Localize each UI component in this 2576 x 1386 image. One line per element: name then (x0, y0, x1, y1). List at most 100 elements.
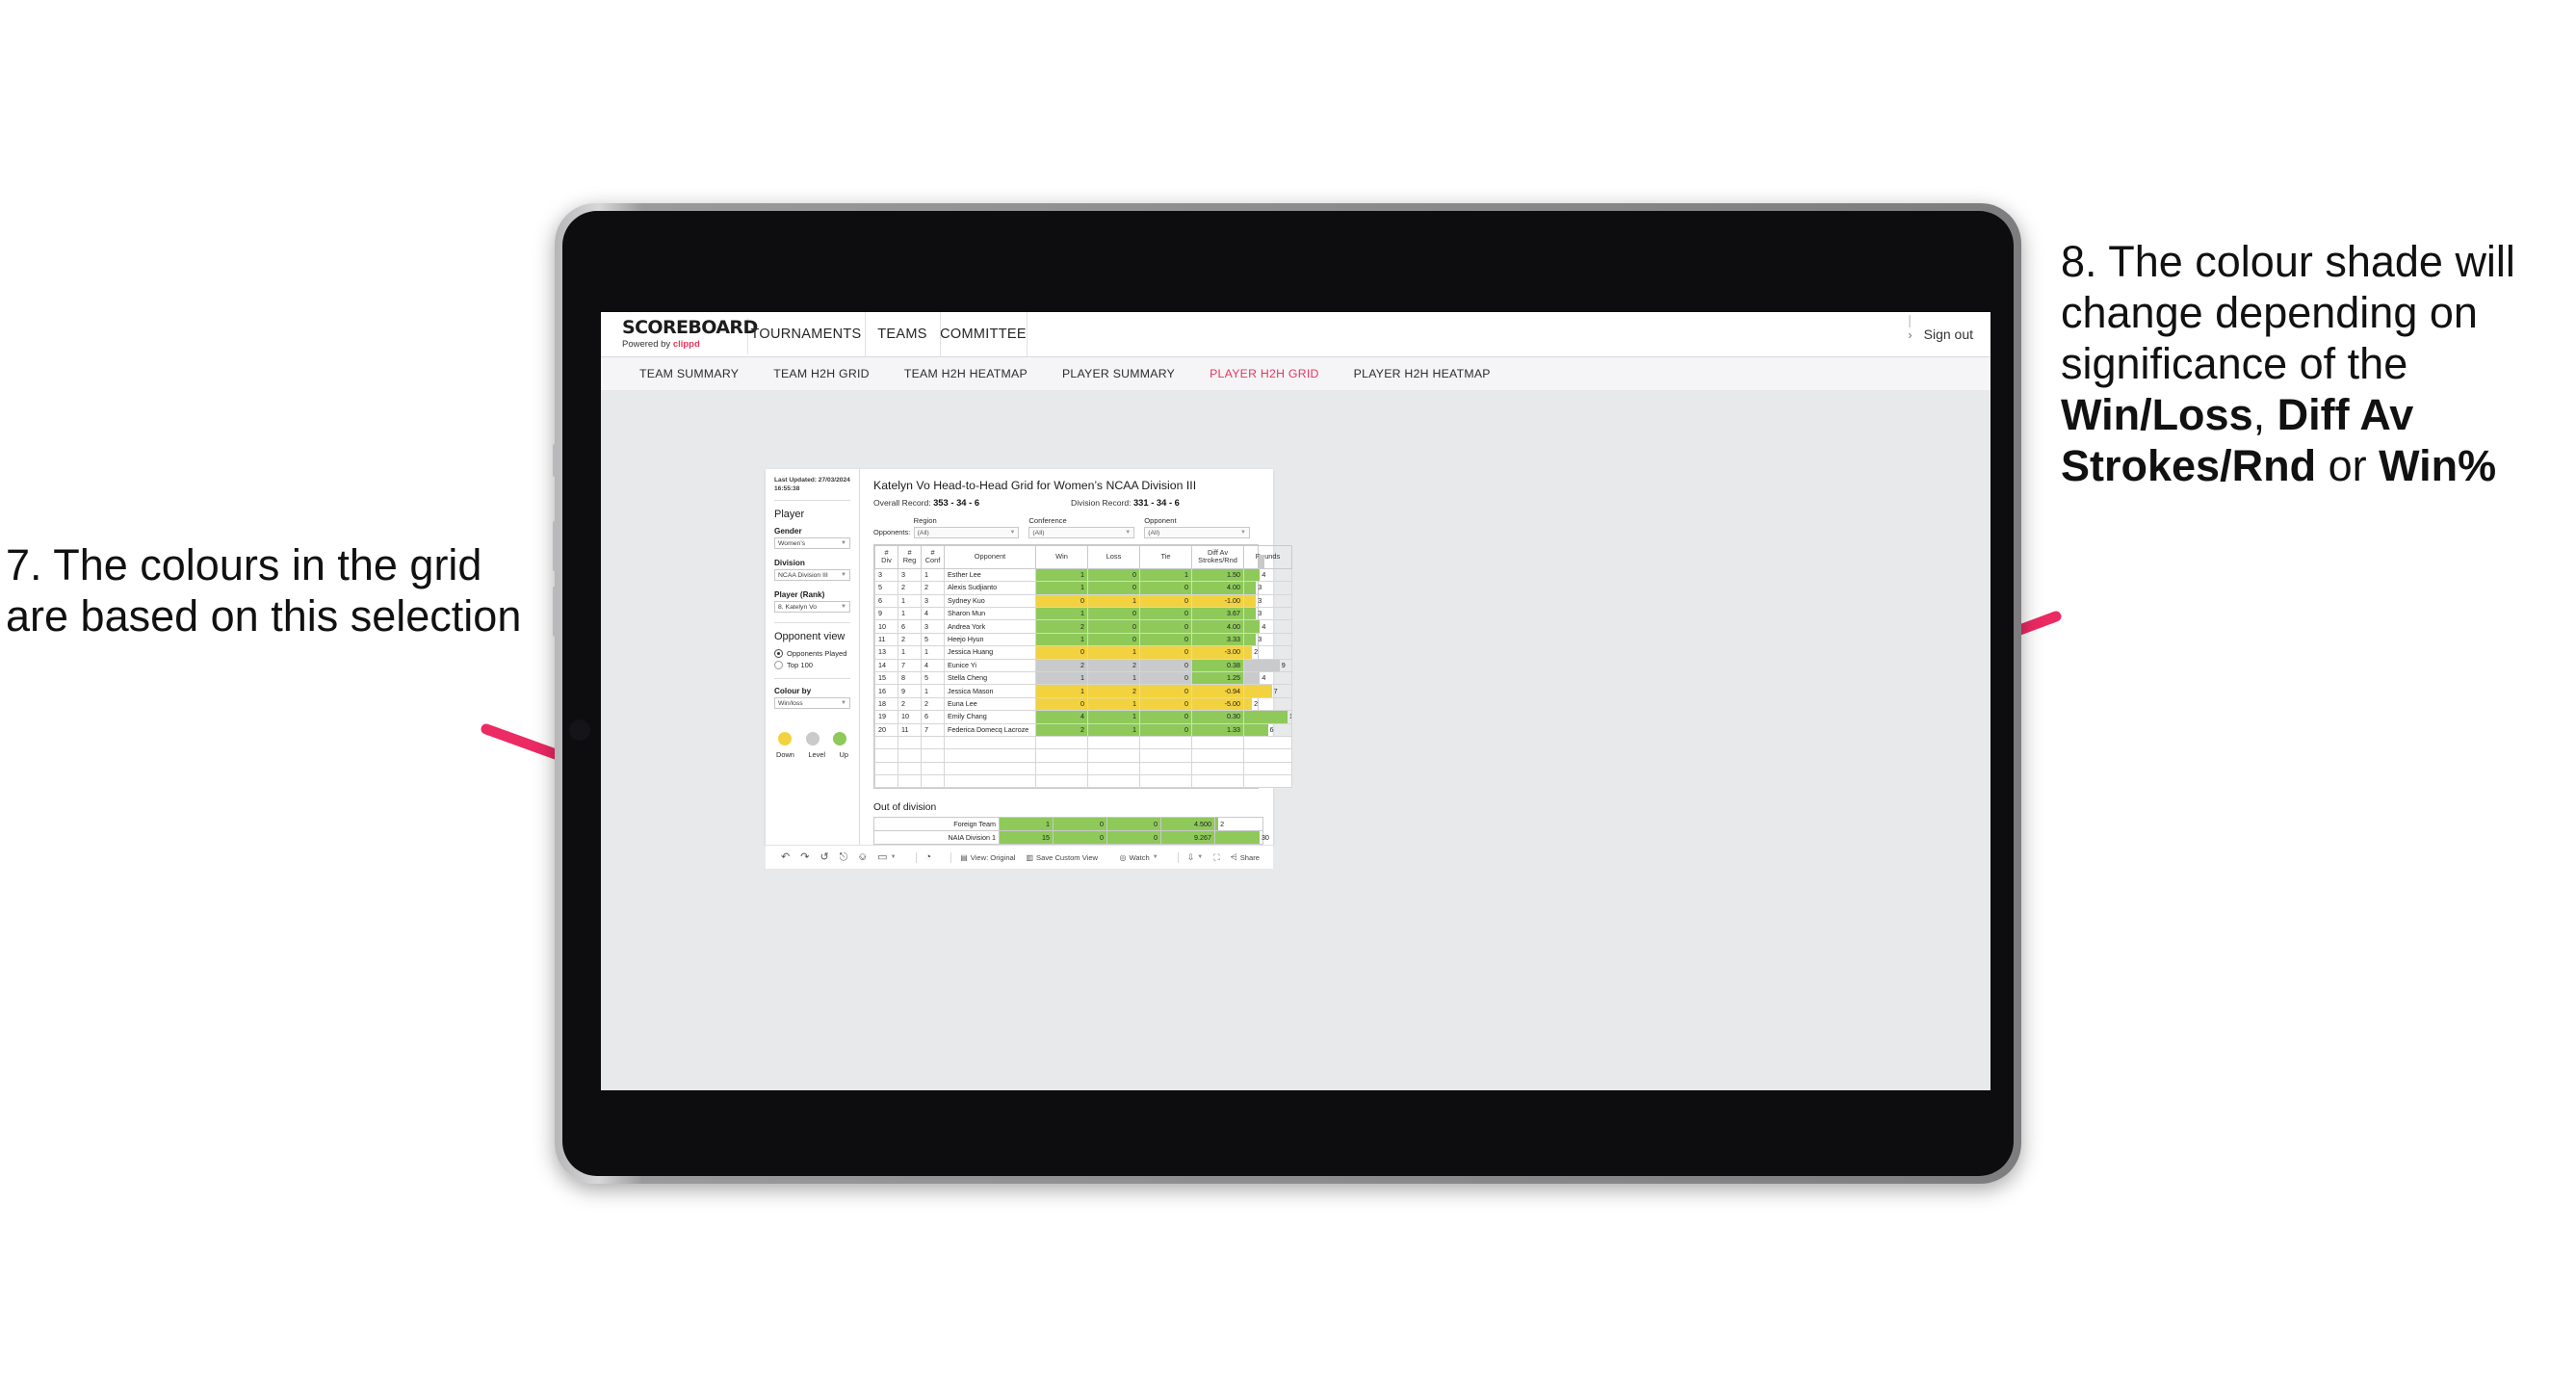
cell-tie: 0 (1139, 670, 1192, 686)
cell-diff: 4.00 (1191, 581, 1244, 595)
table-row[interactable]: 20 11 7 Federica Domecq Lacroze 2 1 0 1.33 6 (874, 722, 1292, 737)
share-button[interactable]: ⩤ Share (1231, 852, 1260, 863)
history-button[interactable]: ◔ (924, 850, 932, 863)
chevron-down-icon: ▼ (1197, 854, 1204, 860)
vertical-scrollbar[interactable] (1259, 555, 1264, 568)
cell-tie: 0 (1139, 593, 1192, 608)
nav-committee[interactable]: COMMITTEE (940, 312, 1028, 359)
rounds-bar (1244, 698, 1253, 710)
cell-diff: -5.00 (1191, 696, 1244, 712)
cell-loss: 0 (1087, 606, 1140, 621)
ood-cell-tie: 0 (1106, 830, 1161, 846)
last-updated-label: Last Updated: 27/03/2024 16:55:38 (774, 477, 850, 492)
divider (774, 622, 850, 624)
cell-empty (921, 735, 945, 750)
cell-empty (874, 774, 898, 789)
division-select[interactable]: NCAA Division III ▼ (774, 569, 850, 582)
download-button[interactable]: ⇩ ▼ (1187, 852, 1204, 863)
cell-reg: 11 (898, 722, 922, 737)
radio-opponents-played[interactable]: Opponents Played (774, 649, 850, 659)
table-row[interactable]: 3 3 1 Esther Lee 1 0 1 1.50 4 (874, 567, 1292, 583)
save-custom-view-button[interactable]: ▥ Save Custom View (1026, 852, 1098, 863)
region-value: (All) (917, 529, 929, 536)
refresh-button[interactable]: ⎋ (840, 851, 848, 863)
rounds-bar (1244, 724, 1268, 736)
ood-row[interactable]: Foreign Team 1 0 0 4.500 2 (873, 817, 1263, 832)
watch-button[interactable]: ◎ Watch ▼ (1120, 852, 1158, 863)
history-icon: ◔ (924, 850, 932, 863)
rounds-bar (1215, 831, 1260, 845)
legend-swatch-level (805, 732, 820, 746)
table-row[interactable]: 14 7 4 Eunice Yi 2 2 0 0.38 9 (874, 658, 1292, 672)
tab-team-h2h-grid[interactable]: TEAM H2H GRID (756, 367, 887, 380)
table-row[interactable]: 9 1 4 Sharon Mun 1 0 0 3.67 3 (874, 606, 1292, 621)
cell-div: 20 (874, 722, 898, 737)
rounds-bar (1244, 634, 1257, 645)
redo-button[interactable]: ↷ (800, 851, 809, 863)
conference-label: Conference (1028, 516, 1067, 525)
tab-player-summary[interactable]: PLAYER SUMMARY (1045, 367, 1192, 380)
radio-top-100[interactable]: Top 100 (774, 661, 850, 670)
conference-filter: Conference (All) ▼ (1028, 516, 1135, 538)
ood-row[interactable]: NAIA Division 1 15 0 0 9.267 30 (873, 830, 1269, 846)
table-row[interactable]: 18 2 2 Euna Lee 0 1 0 -5.00 2 (874, 696, 1292, 712)
tab-player-h2h-grid[interactable]: PLAYER H2H GRID (1192, 367, 1337, 380)
cell-loss: 2 (1087, 684, 1140, 698)
header-row: # Div # Reg # Conf Opponent Win Loss Tie Di… (874, 545, 1292, 569)
cell-rounds: 4 (1243, 670, 1292, 686)
pause-icon: ⎉ (858, 850, 868, 863)
cell-opponent: Andrea York (944, 619, 1036, 634)
rounds-bar (1244, 672, 1261, 684)
legend-swatch-up (833, 732, 846, 746)
nav-tournaments[interactable]: TOURNAMENTS (747, 312, 866, 356)
pause-button[interactable]: ⎉ (858, 850, 868, 863)
divider (774, 678, 850, 680)
region-select[interactable]: (All) ▼ (913, 527, 1020, 538)
division-value: NCAA Division III (778, 571, 828, 579)
table-row[interactable]: 10 6 3 Andrea York 2 0 0 4.00 4 (874, 619, 1292, 634)
colour-by-select[interactable]: Win/loss ▼ (774, 697, 850, 710)
ood-cell-rounds: 2 (1214, 817, 1263, 832)
tab-player-h2h-heatmap[interactable]: PLAYER H2H HEATMAP (1337, 367, 1508, 380)
cell-win: 1 (1035, 684, 1088, 698)
cell-empty (874, 735, 898, 750)
cell-empty (898, 748, 922, 763)
table-row[interactable]: 13 1 1 Jessica Huang 0 1 0 -3.00 2 (874, 645, 1292, 660)
view-icon: ▤ (960, 852, 968, 862)
gender-value: Women’s (778, 539, 806, 547)
tab-team-summary[interactable]: TEAM SUMMARY (622, 367, 756, 380)
revert-button[interactable]: ↺ (820, 851, 828, 863)
cell-empty (1087, 735, 1140, 750)
device-layout-button[interactable]: ▭ ▼ (877, 851, 896, 863)
table-body: 3 3 1 Esther Lee 1 0 1 1.50 4 5 2 2 Alexis Sudjianto… (874, 567, 1292, 789)
cell-reg: 1 (898, 606, 922, 621)
table-row[interactable]: 11 2 5 Heejo Hyun 1 0 0 3.33 3 (874, 632, 1292, 647)
view-original-button[interactable]: ▤ View: Original (960, 852, 1015, 863)
share-label: Share (1239, 852, 1260, 862)
table-row[interactable]: 6 1 3 Sydney Kuo 0 1 0 -1.00 3 (874, 593, 1292, 608)
tab-team-h2h-heatmap[interactable]: TEAM H2H HEATMAP (887, 367, 1045, 380)
table-row[interactable]: 15 8 5 Stella Cheng 1 1 0 1.25 4 (874, 670, 1292, 686)
gender-label: Gender (774, 527, 802, 536)
sign-out-button[interactable]: Sign out (1924, 327, 1973, 342)
table-row[interactable]: 5 2 2 Alexis Sudjianto 1 0 0 4.00 3 (874, 581, 1292, 595)
opponent-select[interactable]: (All) ▼ (1144, 527, 1250, 538)
legend-label-up: Up (839, 750, 848, 760)
player-rank-select[interactable]: 8. Katelyn Vo ▼ (774, 601, 850, 614)
table-row[interactable]: 16 9 1 Jessica Mason 1 2 0 -0.94 7 (874, 684, 1292, 698)
cell-div: 3 (874, 567, 898, 583)
cell-empty (1191, 761, 1244, 776)
undo-button[interactable]: ↶ (781, 851, 790, 863)
fullscreen-button[interactable]: ⛶ (1213, 852, 1219, 863)
cell-empty (898, 735, 922, 750)
rounds-value: 11 (1288, 712, 1291, 722)
table-row[interactable]: 19106Emily Chang4100.3011 (874, 710, 1292, 724)
radio-icon (774, 649, 783, 659)
th-diff: Diff Av Strokes/Rnd (1191, 545, 1244, 569)
gender-select[interactable]: Women’s ▼ (774, 537, 850, 550)
cell-diff: -1.00 (1191, 593, 1244, 608)
cell-rounds: 4 (1243, 619, 1292, 634)
cell-rounds: 6 (1243, 722, 1292, 737)
conference-select[interactable]: (All) ▼ (1028, 527, 1135, 538)
nav-teams[interactable]: TEAMS (865, 312, 941, 356)
